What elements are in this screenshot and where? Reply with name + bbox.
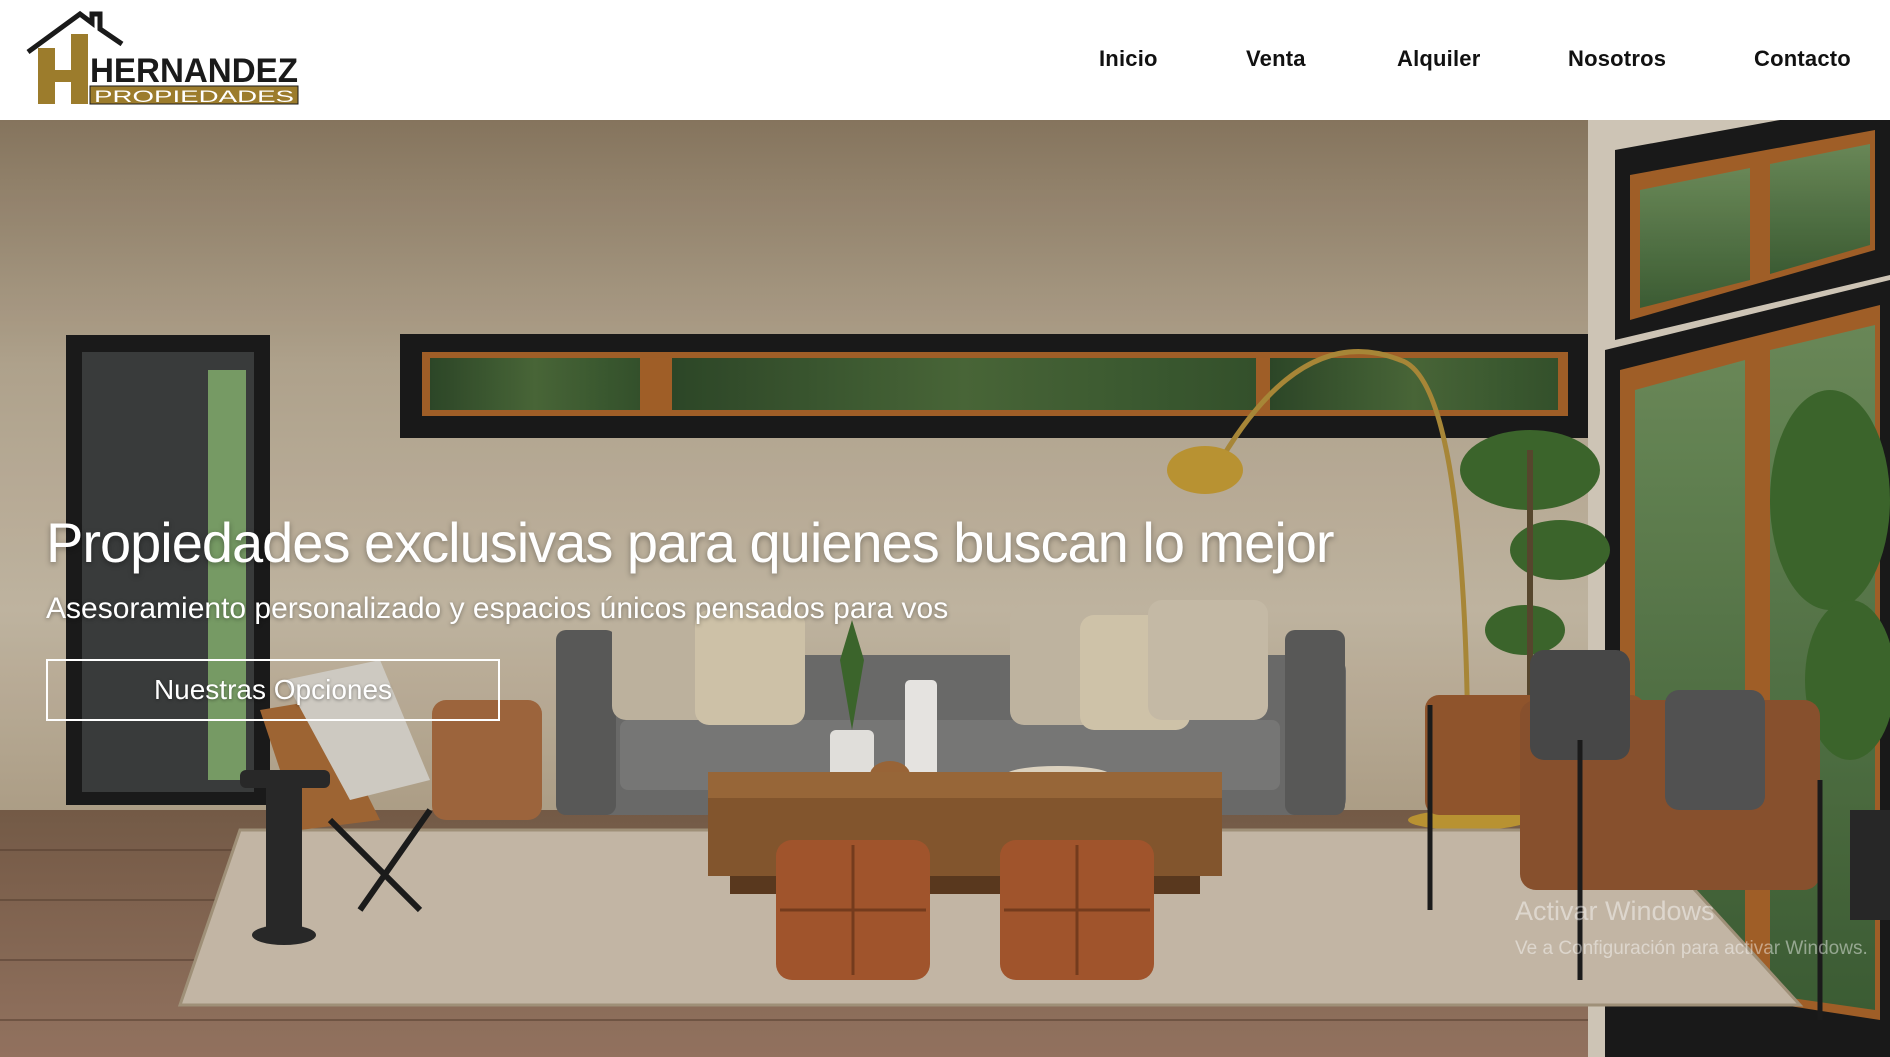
nav-item-alquiler[interactable]: Alquiler (1397, 46, 1481, 72)
hero-title: Propiedades exclusivas para quienes busc… (46, 510, 1335, 574)
hero-section: Propiedades exclusivas para quienes busc… (0, 120, 1890, 1057)
nuestras-opciones-button[interactable]: Nuestras Opciones (46, 659, 500, 721)
nav-item-nosotros[interactable]: Nosotros (1568, 46, 1666, 72)
nav-item-venta[interactable]: Venta (1246, 46, 1306, 72)
site-header: HERNANDEZ PROPIEDADES Inicio Venta Alqui… (0, 0, 1890, 120)
watermark-line2: Ve a Configuración para activar Windows. (1515, 938, 1868, 959)
main-nav: Inicio Venta Alquiler Nosotros Contacto (0, 0, 1890, 120)
nav-item-contacto[interactable]: Contacto (1754, 46, 1851, 72)
hero-subtitle: Asesoramiento personalizado y espacios ú… (46, 592, 949, 625)
watermark-line1: Activar Windows (1515, 896, 1715, 926)
nav-item-inicio[interactable]: Inicio (1099, 46, 1158, 72)
